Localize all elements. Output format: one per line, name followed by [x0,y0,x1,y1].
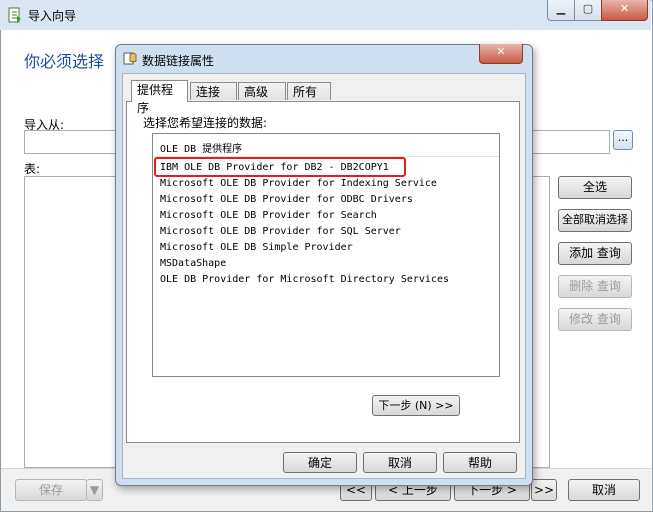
tab-all[interactable]: 所有 [287,82,331,100]
provider-item-directory-services[interactable]: OLE DB Provider for Microsoft Directory … [160,272,449,288]
provider-item-odbc-drivers[interactable]: Microsoft OLE DB Provider for ODBC Drive… [160,192,413,208]
delete-query-button[interactable]: 删除 查询 [558,275,632,298]
wizard-app-icon [8,7,21,23]
provider-item-indexing-service[interactable]: Microsoft OLE DB Provider for Indexing S… [160,176,437,192]
provider-item-search[interactable]: Microsoft OLE DB Provider for Search [160,208,377,224]
provider-list-header-text: OLE DB 提供程序 [160,144,243,155]
dialog-cancel-button[interactable]: 取消 [363,452,437,473]
tab-provider[interactable]: 提供程序 [131,80,188,115]
close-icon: ✕ [496,45,506,58]
data-link-icon [123,52,137,65]
maximize-icon: ▢ [582,2,594,15]
tab-advanced[interactable]: 高级 [238,82,286,100]
deselect-all-button[interactable]: 全部取消选择 [558,209,632,232]
provider-list-header: OLE DB 提供程序 [153,134,499,157]
provider-item-simple-provider[interactable]: Microsoft OLE DB Simple Provider [160,240,353,256]
ok-button[interactable]: 确定 [283,452,357,473]
dialog-title: 数据链接属性 [142,54,215,68]
dialog-next-button[interactable]: 下一步 (N) >> [372,395,460,416]
minimize-button[interactable]: ▁ [547,0,575,21]
wizard-title: 导入向导 [28,9,77,23]
save-dropdown-button[interactable]: ▼ [86,479,103,501]
provider-item-msdatashape[interactable]: MSDataShape [160,256,226,272]
close-button[interactable]: ✕ [601,0,648,21]
wizard-heading: 你必须选择 [24,52,105,71]
edit-query-button[interactable]: 修改 查询 [558,308,632,331]
maximize-button[interactable]: ▢ [574,0,602,21]
select-all-button[interactable]: 全选 [558,176,632,199]
browse-button[interactable]: ... [613,130,633,150]
table-label: 表: [24,162,41,176]
save-button[interactable]: 保存 [15,479,87,501]
help-button[interactable]: 帮助 [443,452,517,473]
add-query-button[interactable]: 添加 查询 [558,242,632,265]
dialog-close-button[interactable]: ✕ [479,44,523,64]
wizard-cancel-button[interactable]: 取消 [568,479,640,501]
selected-provider-highlight [154,157,406,177]
select-data-label: 选择您希望连接的数据: [143,116,268,130]
minimize-icon: ▁ [556,2,566,15]
close-icon: ✕ [619,2,630,15]
tab-connection[interactable]: 连接 [190,82,237,100]
chevron-down-icon: ▼ [89,483,100,497]
last-page-button[interactable]: >> [531,479,557,501]
provider-item-sql-server[interactable]: Microsoft OLE DB Provider for SQL Server [160,224,401,240]
